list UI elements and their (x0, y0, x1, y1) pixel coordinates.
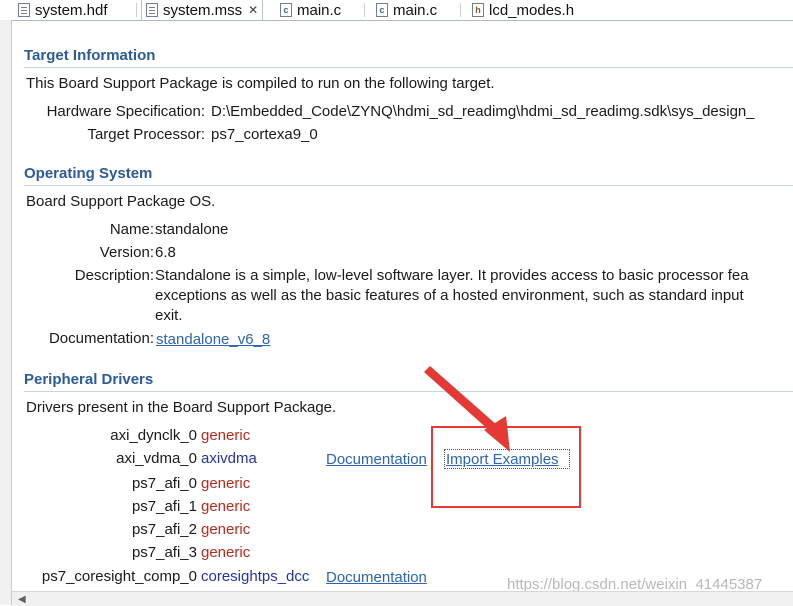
horizontal-scrollbar[interactable]: ◀ (12, 591, 793, 606)
annotation-arrow-icon (424, 366, 510, 452)
scroll-left-arrow-icon[interactable]: ◀ (18, 594, 26, 605)
